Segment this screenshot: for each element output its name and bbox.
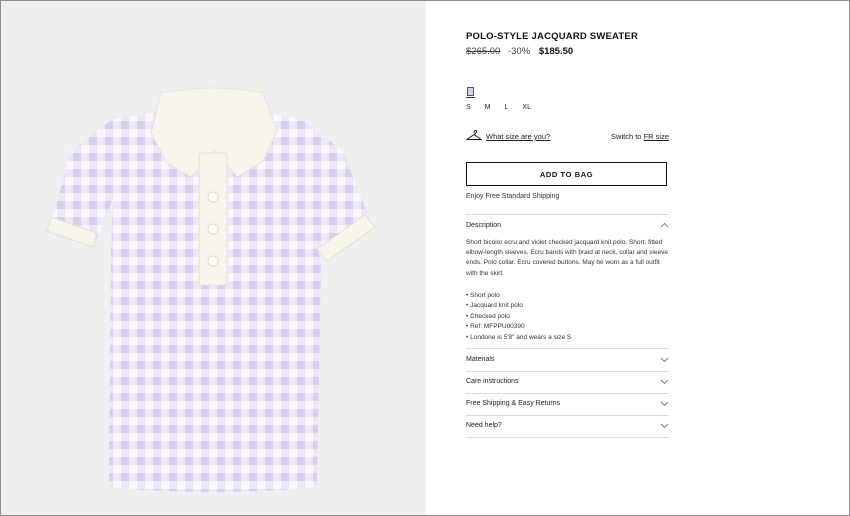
fr-size-link[interactable]: FR size <box>644 132 669 141</box>
accordion-label: Materials <box>466 356 495 363</box>
chevron-down-icon <box>660 401 669 407</box>
bullet-item: Checked polo <box>466 312 669 322</box>
size-option-l[interactable]: L <box>505 104 509 111</box>
product-image-panel <box>1 1 426 515</box>
discount-badge: -30% <box>507 46 531 57</box>
size-system-switch: Switch to FR size <box>611 132 669 141</box>
accordion-label: Free Shipping & Easy Returns <box>466 400 561 407</box>
what-size-link[interactable]: What size are you? <box>486 132 550 141</box>
bullet-item: Ref: MFPPU00390 <box>466 322 669 332</box>
swatch-selected-indicator <box>466 97 475 98</box>
accordion-materials[interactable]: Materials <box>466 350 669 370</box>
accordion-label: Need help? <box>466 422 502 429</box>
accordion-label: Care instructions <box>466 378 519 385</box>
accordion-description[interactable]: Description <box>466 216 669 236</box>
switch-prefix: Switch to <box>611 132 642 141</box>
hanger-icon <box>466 129 482 140</box>
color-swatch[interactable] <box>467 87 474 96</box>
chevron-down-icon <box>660 423 669 429</box>
accordion-label: Description <box>466 222 502 229</box>
size-guide-row: What size are you? Switch to FR size <box>466 129 669 143</box>
bullet-item: Londone is 5'8" and wears a size S <box>466 333 669 343</box>
product-image <box>46 87 376 492</box>
product-title: POLO-STYLE JACQUARD SWEATER <box>466 31 639 42</box>
chevron-down-icon <box>660 357 669 363</box>
accordion-shipping-returns[interactable]: Free Shipping & Easy Returns <box>466 394 669 414</box>
divider <box>466 348 669 349</box>
old-price: $265.00 <box>466 46 501 57</box>
size-option-m[interactable]: M <box>485 104 491 111</box>
description-text: Short bicolor ecru and violet checked ja… <box>466 239 668 277</box>
accordion-care-instructions[interactable]: Care instructions <box>466 372 669 392</box>
add-to-bag-button[interactable]: ADD TO BAG <box>466 162 667 186</box>
description-bullets: Short polo Jacquard knit polo Checked po… <box>466 291 669 343</box>
size-option-xl[interactable]: XL <box>522 104 531 111</box>
shipping-note: Enjoy Free Standard Shipping <box>466 193 560 200</box>
bullet-item: Jacquard knit polo <box>466 301 669 311</box>
sale-price: $185.50 <box>538 46 574 57</box>
bullet-item: Short polo <box>466 291 669 301</box>
size-selector: S M L XL <box>466 104 545 111</box>
size-option-s[interactable]: S <box>466 104 471 111</box>
price-row: $265.00 -30% $185.50 <box>466 46 573 57</box>
divider <box>466 437 669 438</box>
chevron-down-icon <box>660 379 669 385</box>
divider <box>466 214 669 215</box>
accordion-need-help[interactable]: Need help? <box>466 416 669 436</box>
chevron-up-icon <box>660 222 669 228</box>
